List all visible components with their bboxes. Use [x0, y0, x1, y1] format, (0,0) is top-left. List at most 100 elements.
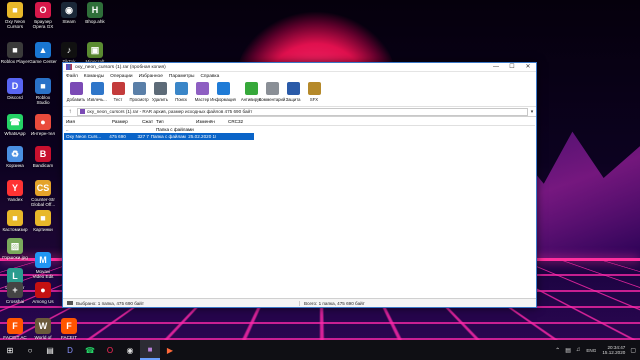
menu-bar: Файл Команды Операции Избранное Параметр… [63, 72, 536, 80]
toolbar-button-sfx[interactable]: SFX [304, 82, 324, 102]
desktop-icon[interactable]: H Bhop.ahk [82, 2, 108, 24]
whatsapp-taskbar-icon[interactable]: ☎ [80, 340, 100, 360]
toolbar-button-comment[interactable]: Комментарий [259, 82, 285, 102]
col-modified[interactable]: Изменён [194, 118, 226, 125]
toolbar-button-add-archive[interactable]: Добавить [66, 82, 86, 102]
desktop-icon[interactable]: ♻ Корзина [2, 146, 28, 168]
toolbar-button-view[interactable]: Просмотр [129, 82, 149, 102]
toolbar-button-label: Удалить [152, 97, 168, 102]
obs-taskbar-icon[interactable]: ◉ [120, 340, 140, 360]
desktop-icon[interactable]: + Crosshai [2, 282, 28, 304]
desktop-icon[interactable]: ☎ WhatsApp [2, 114, 28, 136]
menu-favorites[interactable]: Избранное [139, 74, 163, 79]
desktop-icon-label: Браузер Opera GX [32, 19, 54, 29]
desktop-icon-label: Картинки [33, 227, 53, 232]
desktop-icon[interactable]: CS Counter-Str Global Off... [30, 180, 56, 207]
menu-options[interactable]: Параметры [169, 74, 195, 79]
menu-operations[interactable]: Операции [110, 74, 132, 79]
among-us-icon: ● [35, 282, 51, 298]
close-button[interactable]: ✕ [520, 63, 536, 72]
toolbar-button-test[interactable]: Тест [108, 82, 128, 102]
col-packed[interactable]: Сжат [140, 118, 154, 125]
desktop-icon[interactable]: ■ Roblox Player [1, 42, 29, 64]
desktop-icon[interactable]: F FACEIT AC [2, 318, 28, 340]
media-taskbar-icon[interactable]: ▶ [160, 340, 180, 360]
notifications-icon[interactable]: ▢ [630, 347, 636, 354]
desktop-icon-label: Горшоки.jpg [2, 255, 28, 260]
desktop-icon[interactable]: ● Among Us [30, 282, 56, 304]
col-crc[interactable]: CRC32 [226, 118, 266, 125]
clock[interactable]: 20:34:47 15.12.2020 [602, 345, 625, 356]
discord-taskbar-icon[interactable]: D [60, 340, 80, 360]
desktop-icon-label: Among Us [32, 299, 54, 304]
minimize-button[interactable]: — [488, 63, 504, 72]
toolbar-button-delete[interactable]: Удалить [150, 82, 170, 102]
roblox-icon: ■ [7, 42, 23, 58]
winrar-window[interactable]: oxy_neon_cursors (1).rar (пробная копия)… [62, 62, 537, 308]
desktop-icon[interactable]: ■ Кастомизир [2, 210, 28, 232]
whatsapp-icon: ☎ [7, 114, 23, 130]
sfx-icon [307, 82, 321, 95]
desktop-icon[interactable]: M Movavi Video Edit [30, 252, 56, 279]
toolbar-button-extract[interactable]: Извлечь... [87, 82, 107, 102]
col-size[interactable]: Размер [110, 118, 140, 125]
world-of-tanks-icon: W [35, 318, 51, 334]
desktop-icon[interactable]: ◉ Steam [56, 2, 82, 24]
language-indicator[interactable]: ENG [586, 348, 596, 353]
desktop-icon-label: Oxy Neon Cursors [4, 19, 26, 29]
pictures-folder-icon: ■ [35, 210, 51, 226]
status-total: Всего: 1 папка, 475 690 байт [299, 300, 536, 306]
start-icon[interactable]: ⊞ [0, 340, 20, 360]
cell-name: Oxy Neon Curs... [66, 134, 102, 139]
desktop-icon[interactable]: ■ Roblox Studio [30, 78, 56, 105]
recycle-bin-icon: ♻ [7, 146, 23, 162]
desktop-icon[interactable]: ● Интерн-тел [30, 114, 56, 136]
find-icon [174, 82, 188, 95]
menu-help[interactable]: Справка [200, 74, 219, 79]
desktop-icon[interactable]: F FACEIT [56, 318, 82, 340]
search-icon[interactable]: ○ [20, 340, 40, 360]
opera-gx-taskbar-icon[interactable]: O [100, 340, 120, 360]
desktop-icon-label: Интерн-тел [30, 131, 56, 136]
toolbar-button-label: SFX [309, 97, 319, 102]
toolbar-button-info[interactable]: Информация [210, 82, 236, 102]
table-row[interactable]: .. Папка с файлами [64, 126, 535, 133]
winrar-taskbar-icon[interactable]: ■ [140, 340, 160, 360]
table-row[interactable]: Oxy Neon Curs... 475 690 327 750Папка с фа… [64, 133, 254, 140]
toolbar-button-protect[interactable]: Защита [283, 82, 303, 102]
desktop-icon[interactable]: ♪TikTok [56, 42, 82, 64]
desktop-icon[interactable]: D Discord [2, 78, 28, 100]
desktop-icon[interactable]: Y Yandex [2, 180, 28, 202]
col-name[interactable]: Имя [64, 118, 110, 125]
network-icon[interactable]: ▤ [565, 347, 571, 354]
path-dropdown-icon[interactable]: ▾ [528, 109, 536, 115]
col-type[interactable]: Тип [154, 118, 194, 125]
desktop-icon[interactable]: ■ Oxy Neon Cursors [2, 2, 28, 29]
cell-type: Папка с файлами [150, 134, 187, 139]
cell-modified: 25.02.2020 18:... [188, 134, 216, 139]
status-bar: Выбрано: 1 папка, 475 690 байт Всего: 1 … [63, 298, 536, 307]
toolbar-button-wizard[interactable]: Мастер [192, 82, 212, 102]
menu-file[interactable]: Файл [66, 74, 78, 79]
file-list: Имя Размер Сжат Тип Изменён CRC32 .. Папк… [64, 118, 535, 297]
clock-date: 15.12.2020 [602, 350, 626, 355]
faceit-ac-icon: F [7, 318, 23, 334]
desktop-icon[interactable]: B Bandicam [30, 146, 56, 168]
title-bar[interactable]: oxy_neon_cursors (1).rar (пробная копия)… [63, 63, 536, 72]
up-folder-icon[interactable]: ↑ [66, 108, 74, 116]
desktop-icon[interactable]: ▨ Горшоки.jpg [2, 238, 28, 260]
steam-icon: ◉ [61, 2, 77, 18]
menu-commands[interactable]: Команды [84, 74, 104, 79]
archive-path-field[interactable]: oxy_neon_cursors (1).rar - RAR архив, ра… [77, 107, 528, 116]
desktop-icon[interactable]: ▲ Game Center [29, 42, 57, 64]
desktop-icon[interactable]: ■ Картинки [30, 210, 56, 232]
folder-icon: ■ [7, 2, 23, 18]
desktop-icon-label: Roblox Studio [35, 95, 51, 105]
chevron-up-icon[interactable]: ⌃ [555, 347, 560, 354]
maximize-button[interactable]: ☐ [504, 63, 520, 72]
browser-icon: ● [35, 114, 51, 130]
volume-icon[interactable]: ♫ [576, 347, 581, 353]
task-view-icon[interactable]: ▤ [40, 340, 60, 360]
toolbar-button-find[interactable]: Поиск [171, 82, 191, 102]
desktop-icon[interactable]: O Браузер Opera GX [30, 2, 56, 29]
